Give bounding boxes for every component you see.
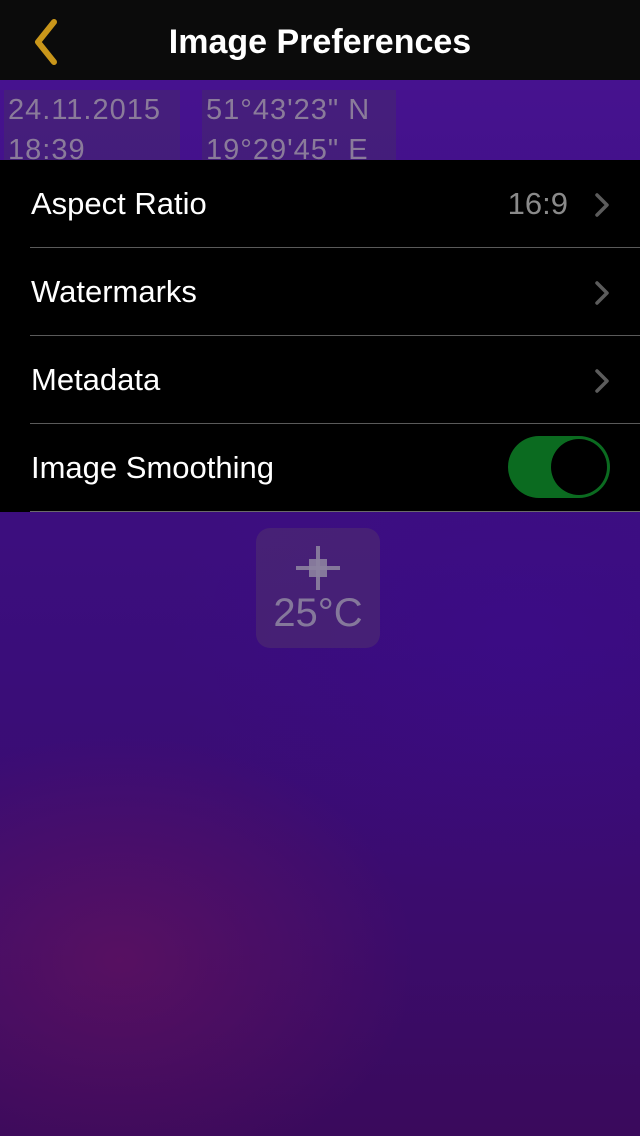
settings-row-metadata[interactable]: Metadata bbox=[0, 336, 640, 424]
aspect-ratio-value: 16:9 bbox=[507, 186, 568, 221]
image-smoothing-label: Image Smoothing bbox=[31, 450, 274, 485]
watermarks-label: Watermarks bbox=[31, 274, 197, 309]
aspect-ratio-label: Aspect Ratio bbox=[31, 186, 207, 221]
settings-row-aspect-ratio[interactable]: Aspect Ratio 16:9 bbox=[0, 160, 640, 248]
settings-row-image-smoothing: Image Smoothing bbox=[0, 424, 640, 512]
spot-temperature: 25°C bbox=[273, 591, 363, 635]
image-smoothing-toggle[interactable] bbox=[508, 436, 610, 498]
settings-list: Aspect Ratio 16:9 Watermarks Metadata Im… bbox=[0, 160, 640, 512]
date-time-watermark: 24.11.2015 18:39 bbox=[4, 90, 180, 166]
latitude-text: 51°43'23" N bbox=[206, 94, 371, 126]
chevron-right-icon bbox=[595, 193, 609, 217]
date-text: 24.11.2015 bbox=[8, 94, 161, 126]
chevron-right-icon bbox=[595, 369, 609, 393]
spot-meter: 25°C bbox=[256, 528, 380, 648]
metadata-label: Metadata bbox=[31, 362, 161, 397]
navigation-bar: Image Preferences bbox=[0, 0, 640, 80]
toggle-knob bbox=[551, 439, 607, 495]
settings-row-watermarks[interactable]: Watermarks bbox=[0, 248, 640, 336]
crosshair-icon bbox=[296, 546, 340, 590]
gps-watermark: 51°43'23" N 19°29'45" E bbox=[202, 90, 396, 166]
page-title: Image Preferences bbox=[168, 23, 472, 61]
chevron-right-icon bbox=[595, 281, 609, 305]
